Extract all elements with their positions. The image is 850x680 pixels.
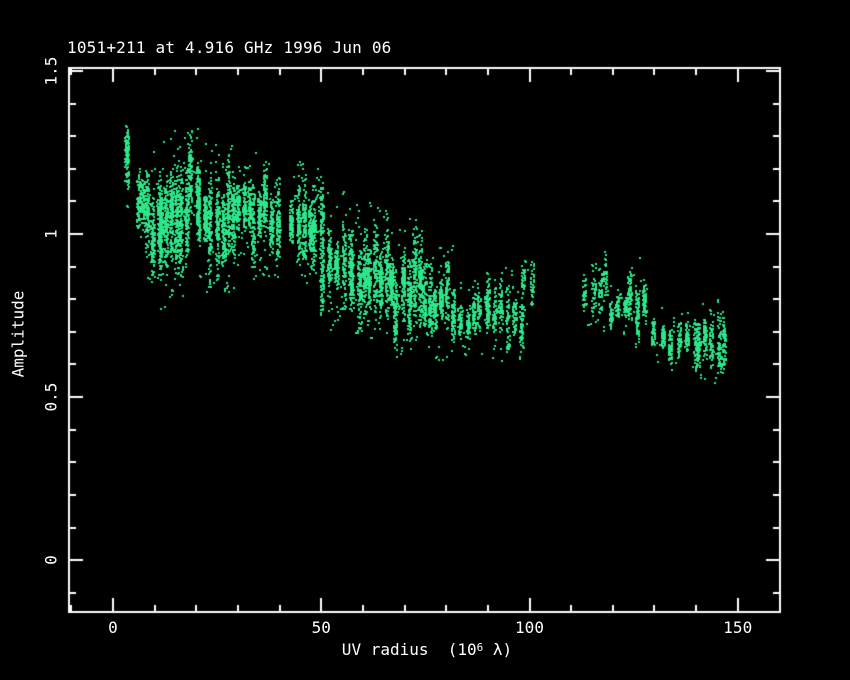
x-axis-label-unit: λ) — [483, 640, 512, 659]
x-axis-label-text: UV radius (10 — [342, 640, 477, 659]
y-tick-label-0.5: 0.5 — [42, 383, 61, 412]
y-axis-label: Amplitude — [9, 291, 28, 378]
x-tick-label-0: 0 — [108, 618, 118, 637]
y-tick-label-1: 1 — [42, 229, 61, 239]
x-tick-label-100: 100 — [515, 618, 544, 637]
radplot-window: 1051+211 at 4.916 GHz 1996 Jun 06 Amplit… — [0, 0, 850, 680]
y-tick-label-0: 0 — [42, 555, 61, 565]
x-tick-label-50: 50 — [312, 618, 331, 637]
y-tick-label-1.5: 1.5 — [42, 56, 61, 85]
x-tick-label-150: 150 — [723, 618, 752, 637]
scatter-plot-canvas — [0, 0, 850, 680]
x-axis-label: UV radius (106 λ) — [342, 640, 512, 659]
plot-title: 1051+211 at 4.916 GHz 1996 Jun 06 — [67, 38, 391, 57]
